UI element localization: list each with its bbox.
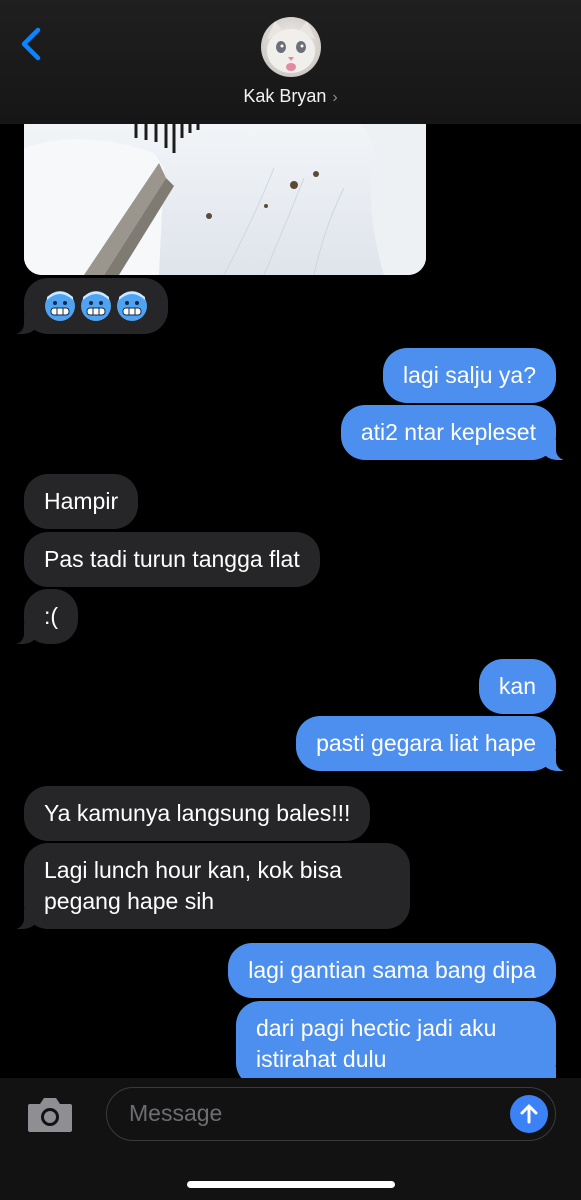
- contact-avatar[interactable]: [261, 17, 321, 77]
- chevron-right-icon: ›: [332, 89, 338, 106]
- incoming-message[interactable]: Lagi lunch hour kan, kok bisa pegang hap…: [0, 843, 410, 929]
- contact-name[interactable]: Kak Bryan ›: [0, 86, 581, 107]
- contact-name-label: Kak Bryan: [243, 86, 327, 106]
- emoji-reaction-message[interactable]: [0, 278, 168, 334]
- home-indicator[interactable]: [187, 1181, 395, 1188]
- outgoing-message[interactable]: pasti gegara liat hape: [296, 716, 581, 771]
- outgoing-message[interactable]: ati2 ntar kepleset: [340, 405, 581, 460]
- incoming-message[interactable]: Pas tadi turun tangga flat: [24, 532, 320, 587]
- cold-face-emoji: [117, 291, 147, 321]
- message-placeholder: Message: [129, 1100, 223, 1126]
- arrow-up-icon: [520, 1104, 538, 1124]
- shared-photo[interactable]: [24, 108, 426, 275]
- camera-icon[interactable]: [26, 1094, 74, 1134]
- message-input[interactable]: Message: [106, 1087, 556, 1141]
- send-button[interactable]: [510, 1095, 548, 1133]
- conversation-header: Kak Bryan ›: [0, 0, 581, 124]
- outgoing-message[interactable]: lagi gantian sama bang dipa: [228, 943, 556, 998]
- incoming-message[interactable]: Hampir: [24, 474, 139, 529]
- incoming-message[interactable]: :(: [0, 589, 79, 644]
- cold-face-emoji: [45, 291, 75, 321]
- outgoing-message[interactable]: dari pagi hectic jadi aku istirahat dulu: [236, 1001, 581, 1087]
- outgoing-message[interactable]: kan: [478, 659, 556, 714]
- outgoing-message[interactable]: lagi salju ya?: [383, 348, 556, 403]
- incoming-message[interactable]: Ya kamunya langsung bales!!!: [24, 786, 371, 841]
- chevron-left-icon[interactable]: [14, 24, 48, 64]
- cold-face-emoji: [81, 291, 111, 321]
